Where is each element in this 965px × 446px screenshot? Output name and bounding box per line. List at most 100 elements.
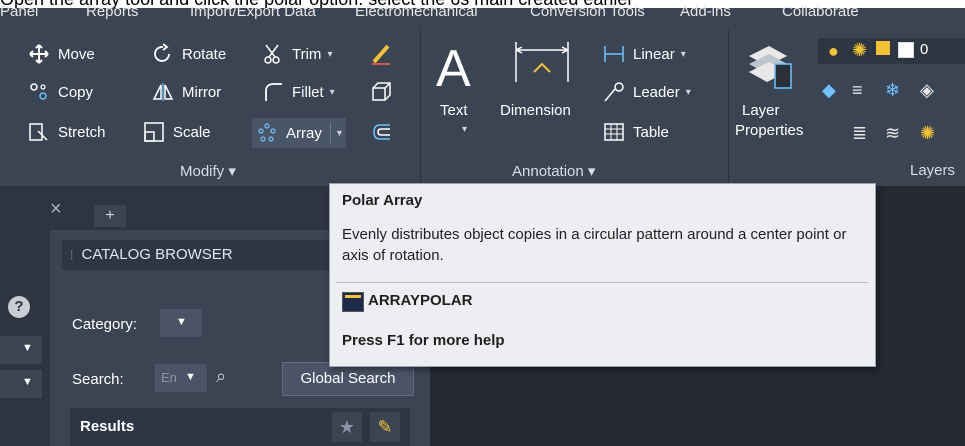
stretch-button[interactable]: Stretch [28, 118, 106, 146]
tab-reports[interactable]: Reports [86, 3, 139, 20]
layer-properties-icon[interactable] [745, 34, 795, 92]
layer-dropdown[interactable]: ● ✺ 0 [818, 38, 965, 64]
trim-label: Trim [292, 45, 322, 63]
array-dropdown-icon[interactable]: ▾ [337, 128, 342, 139]
rotate-icon [152, 43, 176, 65]
fillet-icon [262, 81, 286, 103]
dimension-icon[interactable] [512, 40, 572, 84]
stretch-label: Stretch [58, 123, 106, 141]
array-icon [256, 122, 280, 144]
fillet-label: Fillet [292, 83, 324, 101]
edit-pencil-icon[interactable]: ✎ [370, 412, 400, 442]
table-button[interactable]: Table [603, 118, 669, 146]
grip-icon: ⁞ [70, 248, 74, 262]
chevron-down-icon: ▼ [176, 316, 187, 328]
tooltip-title: Polar Array [342, 192, 423, 209]
trim-dropdown-icon[interactable]: ▾ [327, 49, 332, 60]
sun-icon: ✺ [852, 40, 868, 60]
unlock-icon [876, 41, 890, 55]
language-dropdown[interactable]: En ▼ [155, 364, 207, 392]
ribbon-tab-bar: Panel Reports Import/Export Data Electro… [0, 3, 965, 28]
layer-off-icon[interactable]: ◆ [822, 80, 836, 101]
linear-icon [603, 43, 627, 65]
fillet-button[interactable]: Fillet ▾ [262, 78, 335, 106]
global-search-button[interactable]: Global Search [282, 362, 414, 396]
layer-lock-icon[interactable]: ◈ [920, 80, 934, 101]
table-label: Table [633, 123, 669, 141]
tab-conversion-tools[interactable]: Conversion Tools [530, 3, 645, 20]
layer-previous-icon[interactable]: ≋ [885, 123, 900, 144]
chevron-down-icon: ▼ [22, 376, 33, 388]
copy-label: Copy [58, 83, 94, 101]
erase-icon[interactable] [370, 42, 392, 71]
scale-icon [143, 121, 167, 143]
dimension-button-label[interactable]: Dimension [500, 102, 571, 119]
command-icon-bar [345, 295, 361, 298]
tooltip-command: ARRAYPOLAR [368, 292, 473, 309]
tab-collaborate[interactable]: Collaborate [782, 3, 859, 20]
leader-dropdown-icon[interactable]: ▾ [686, 87, 691, 98]
lightbulb-icon: ● [828, 41, 839, 61]
category-label: Category: [72, 316, 138, 333]
tab-import-export[interactable]: Import/Export Data [190, 3, 316, 20]
linear-label: Linear [633, 45, 675, 63]
polar-array-tooltip: Polar Array Evenly distributes object co… [329, 183, 876, 367]
chevron-down-icon: ▼ [22, 342, 33, 354]
fillet-dropdown-icon[interactable]: ▾ [330, 87, 335, 98]
catalog-browser-tab[interactable]: ⁞ CATALOG BROWSER [62, 240, 332, 270]
layer-isolate-icon[interactable]: ≡ [852, 80, 863, 101]
left-dropdown-1[interactable]: ▼ [0, 336, 42, 364]
table-icon [603, 121, 627, 143]
leader-label: Leader [633, 83, 680, 101]
tab-electromechanical[interactable]: Electromechanical [355, 3, 478, 20]
favorite-star-icon[interactable]: ★ [332, 412, 362, 442]
rotate-button[interactable]: Rotate [152, 40, 226, 68]
explode-icon[interactable] [370, 81, 392, 108]
leader-button[interactable]: Leader ▾ [603, 78, 691, 106]
command-icon [342, 292, 364, 312]
chevron-down-icon: ▼ [185, 371, 196, 383]
move-label: Move [58, 45, 95, 63]
color-swatch-icon [898, 42, 914, 58]
layer-match-icon[interactable]: ≣ [852, 123, 867, 144]
layers-panel-title[interactable]: Layers [910, 162, 955, 179]
array-button[interactable]: Array ▾ [252, 118, 346, 148]
tooltip-description: Evenly distributes object copies in a ci… [342, 226, 847, 264]
rotate-label: Rotate [182, 45, 227, 63]
copy-icon [28, 81, 52, 103]
text-dropdown-icon[interactable]: ▾ [462, 124, 467, 135]
tab-panel[interactable]: Panel [0, 3, 38, 20]
panel-separator [728, 30, 729, 182]
mirror-button[interactable]: Mirror [152, 78, 221, 106]
layer-freeze-icon[interactable]: ❄ [885, 80, 900, 101]
tab-add-ins[interactable]: Add-ins [680, 3, 731, 20]
text-button-label[interactable]: Text [440, 102, 468, 119]
layer-properties-label-1[interactable]: Layer [742, 102, 780, 119]
catalog-browser-title: CATALOG BROWSER [81, 246, 233, 263]
linear-button[interactable]: Linear ▾ [603, 40, 686, 68]
new-tab-button[interactable]: + [94, 205, 126, 227]
move-icon [28, 43, 52, 65]
layer-properties-label-2[interactable]: Properties [735, 122, 803, 139]
svg-text:A: A [436, 40, 471, 96]
scale-button[interactable]: Scale [143, 118, 211, 146]
annotation-panel-title[interactable]: Annotation ▾ [512, 162, 595, 180]
results-bar: Results ★ ✎ [70, 408, 410, 446]
left-dropdown-2[interactable]: ▼ [0, 370, 42, 398]
leader-icon [603, 81, 627, 103]
help-icon[interactable]: ? [8, 296, 30, 318]
text-icon[interactable]: A [430, 36, 492, 98]
layer-on-icon[interactable]: ✺ [920, 123, 935, 144]
layer-name: 0 [920, 41, 929, 58]
search-icon[interactable]: ⌕ [216, 366, 226, 387]
linear-dropdown-icon[interactable]: ▾ [681, 49, 686, 60]
category-dropdown[interactable]: ▼ [160, 309, 202, 337]
trim-button[interactable]: Trim ▾ [262, 40, 332, 68]
offset-icon[interactable] [370, 121, 392, 148]
modify-panel-title[interactable]: Modify ▾ [180, 162, 236, 180]
copy-button[interactable]: Copy [28, 78, 93, 106]
trim-icon [262, 43, 286, 65]
tooltip-divider [336, 282, 868, 283]
move-button[interactable]: Move [28, 40, 95, 68]
close-tab-icon[interactable]: × [50, 198, 80, 228]
